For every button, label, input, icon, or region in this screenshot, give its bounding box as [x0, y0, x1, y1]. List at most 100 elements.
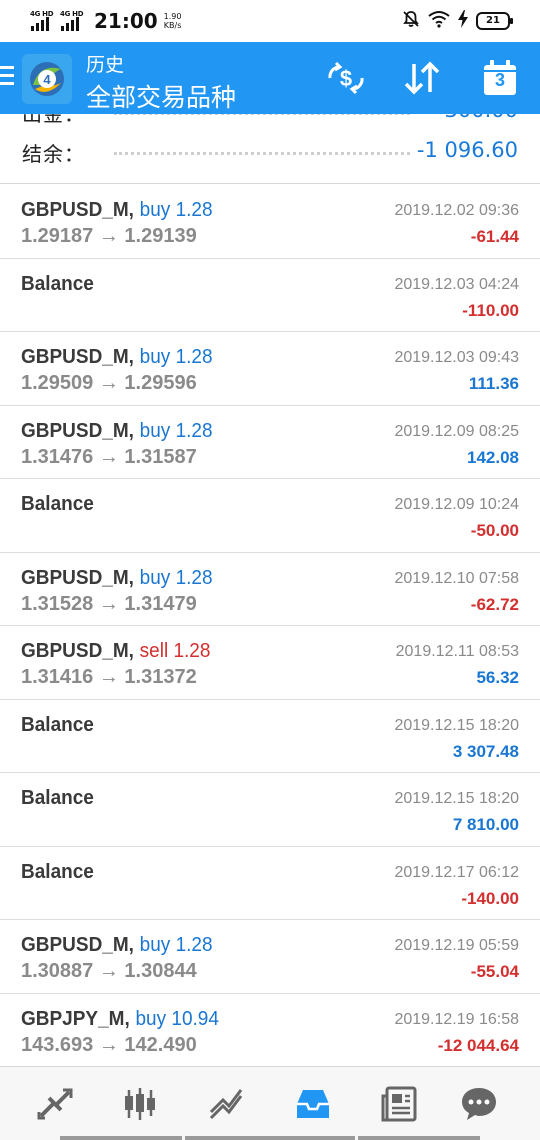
- status-bar: 4G HD 4G HD 21:00 1.90 KB/s 21: [0, 0, 540, 42]
- signal-icon-1: 4G HD: [30, 10, 56, 32]
- trade-row[interactable]: Balance 2019.12.03 04:24 -110.00: [0, 259, 540, 332]
- trade-symbol: GBPUSD_M, buy 1.28: [21, 419, 213, 442]
- trade-date: 2019.12.11 08:53: [395, 643, 519, 660]
- trade-symbol: Balance: [21, 272, 94, 295]
- trade-profit: 3 307.48: [452, 741, 519, 761]
- trade-volume: 1.28: [175, 199, 213, 221]
- trade-direction: buy 10.94: [135, 1007, 219, 1030]
- wifi-icon: [428, 10, 450, 32]
- trade-row[interactable]: Balance 2019.12.15 18:20 7 810.00: [0, 773, 540, 847]
- trade-icon[interactable]: [202, 1081, 252, 1127]
- arrow-right-icon: →: [93, 666, 125, 688]
- trade-row[interactable]: GBPUSD_M, buy 1.28 1.31528 → 1.31479 2019.1…: [0, 553, 540, 626]
- trade-date: 2019.12.10 07:58: [394, 569, 519, 587]
- arrow-right-icon: →: [93, 592, 125, 615]
- trade-row[interactable]: Balance 2019.12.15 18:20 3 307.48: [0, 700, 540, 773]
- arrow-right-icon: →: [93, 445, 125, 468]
- trade-symbol: Balance: [21, 493, 94, 515]
- summary-row-balance: 结余： -1 096.60: [22, 138, 518, 166]
- trade-symbol: Balance: [21, 860, 94, 883]
- chart-icon[interactable]: [115, 1081, 165, 1127]
- trade-profit: -61.44: [470, 227, 519, 246]
- sort-icon[interactable]: [400, 56, 444, 100]
- trade-volume: 1.28: [173, 640, 211, 662]
- history-icon[interactable]: [288, 1081, 338, 1127]
- trade-profit: -12 044.64: [437, 1035, 519, 1055]
- trade-direction: buy 1.28: [139, 346, 213, 368]
- trade-row[interactable]: GBPUSD_M, buy 1.28 1.31476 → 1.31587 2019.1…: [0, 406, 540, 479]
- calendar-icon[interactable]: 3: [478, 56, 522, 100]
- trade-profit: 142.08: [467, 447, 519, 467]
- trade-profit: -50.00: [470, 521, 519, 540]
- trade-date: 2019.12.15 18:20: [394, 716, 519, 734]
- hamburger-icon[interactable]: [0, 66, 16, 90]
- trade-row[interactable]: Balance 2019.12.09 10:24 -50.00: [0, 479, 540, 553]
- svg-text:$: $: [340, 66, 352, 91]
- trade-date: 2019.12.09 08:25: [394, 422, 519, 440]
- app-bar: 4 历史 全部交易品种 $ 3: [0, 42, 540, 114]
- calendar-day: 3: [494, 70, 505, 90]
- trade-symbol: GBPUSD_M, buy 1.28: [21, 199, 213, 221]
- trade-date: 2019.12.02 09:36: [394, 202, 519, 219]
- symbol-filter-title[interactable]: 全部交易品种: [86, 78, 236, 114]
- trade-prices: 1.31416 → 1.31372: [21, 666, 197, 688]
- trade-history-list: GBPUSD_M, buy 1.28 1.29187 → 1.29139 2019.1…: [0, 185, 540, 1067]
- trade-symbol: Balance: [21, 713, 94, 736]
- currency-filter-icon[interactable]: $: [324, 56, 368, 100]
- trade-row[interactable]: GBPUSD_M, buy 1.28 1.29187 → 1.29139 2019.1…: [0, 185, 540, 259]
- trade-row[interactable]: Balance 2019.12.17 06:12 -140.00: [0, 847, 540, 920]
- trade-prices: 1.31528 → 1.31479: [21, 592, 197, 615]
- trade-row[interactable]: GBPUSD_M, buy 1.28 1.30887 → 1.30844 2019.1…: [0, 920, 540, 994]
- arrow-right-icon: →: [93, 225, 125, 247]
- gesture-bar: [185, 1136, 355, 1140]
- signal-icon-2: 4G HD: [60, 10, 86, 32]
- status-time: 21:00: [94, 9, 158, 33]
- trade-direction: buy 1.28: [139, 934, 213, 956]
- trade-date: 2019.12.15 18:20: [394, 790, 519, 807]
- svg-text:4: 4: [43, 72, 51, 87]
- trade-prices: 1.29187 → 1.29139: [21, 225, 197, 247]
- trade-profit: 111.36: [468, 374, 519, 393]
- summary-panel: 出金： -300.00 结余： -1 096.60: [0, 114, 540, 184]
- quotes-icon[interactable]: [30, 1081, 80, 1127]
- trade-direction: buy 1.28: [139, 419, 213, 442]
- trade-symbol: GBPUSD_M, buy 1.28: [21, 934, 213, 956]
- trade-profit: -140.00: [461, 888, 519, 908]
- trade-volume: 10.94: [171, 1007, 219, 1030]
- charging-icon: [458, 10, 468, 32]
- arrow-right-icon: →: [93, 960, 125, 982]
- trade-symbol: GBPUSD_M, buy 1.28: [21, 566, 213, 589]
- trade-prices: 143.693 → 142.490: [21, 1033, 197, 1056]
- trade-date: 2019.12.03 09:43: [394, 349, 519, 366]
- trade-direction: sell 1.28: [139, 640, 211, 662]
- arrow-right-icon: →: [93, 1033, 125, 1056]
- trade-prices: 1.31476 → 1.31587: [21, 445, 197, 468]
- trade-direction: buy 1.28: [139, 199, 213, 221]
- trade-symbol: GBPUSD_M, buy 1.28: [21, 346, 213, 368]
- trade-profit: -110.00: [462, 300, 519, 320]
- trade-row[interactable]: GBPJPY_M, buy 10.94 143.693 → 142.490 2019.…: [0, 994, 540, 1067]
- trade-profit: -55.04: [470, 962, 519, 981]
- trade-row[interactable]: GBPUSD_M, buy 1.28 1.29509 → 1.29596 2019.1…: [0, 332, 540, 406]
- mute-icon: [402, 10, 420, 32]
- trade-date: 2019.12.17 06:12: [394, 863, 519, 881]
- trade-volume: 1.28: [175, 934, 213, 956]
- trade-volume: 1.28: [175, 566, 213, 589]
- trade-profit: 56.32: [476, 668, 519, 687]
- trade-volume: 1.28: [175, 419, 213, 442]
- trade-volume: 1.28: [175, 346, 213, 368]
- chat-icon[interactable]: [454, 1081, 504, 1127]
- trade-date: 2019.12.19 05:59: [394, 937, 519, 954]
- gesture-bar: [358, 1136, 480, 1140]
- trade-prices: 1.29509 → 1.29596: [21, 372, 197, 394]
- trade-row[interactable]: GBPUSD_M, sell 1.28 1.31416 → 1.31372 2019.…: [0, 626, 540, 700]
- arrow-right-icon: →: [93, 372, 125, 394]
- trade-profit: 7 810.00: [452, 815, 519, 834]
- trade-direction: buy 1.28: [139, 566, 213, 589]
- trade-prices: 1.30887 → 1.30844: [21, 960, 197, 982]
- page-title: 历史: [86, 54, 125, 76]
- trade-symbol: Balance: [21, 787, 94, 809]
- news-icon[interactable]: [374, 1081, 424, 1127]
- trade-symbol: GBPJPY_M, buy 10.94: [21, 1007, 219, 1030]
- trade-date: 2019.12.19 16:58: [394, 1010, 519, 1028]
